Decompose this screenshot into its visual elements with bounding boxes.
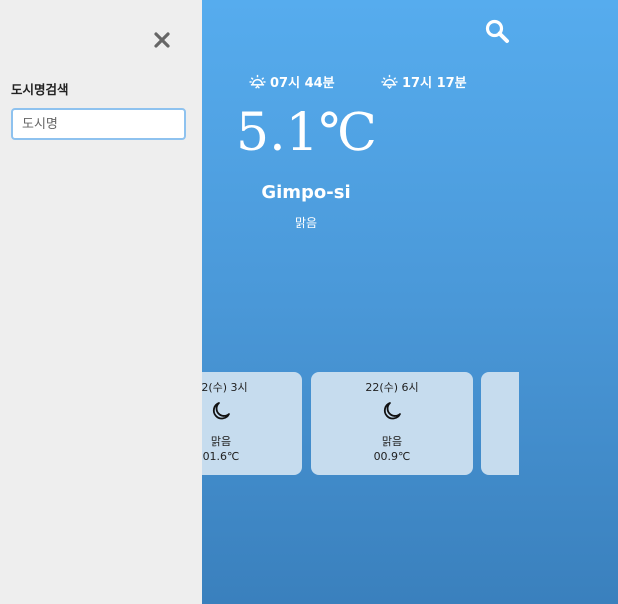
sunrise: 07시 44분 bbox=[249, 72, 335, 91]
moon-icon bbox=[383, 402, 401, 420]
forecast-condition: 맑음 bbox=[381, 435, 403, 448]
sunset-time: 17시 17분 bbox=[402, 76, 467, 91]
city-search-input[interactable] bbox=[11, 108, 186, 140]
city-name: Gimpo-si bbox=[261, 182, 351, 203]
sunrise-icon bbox=[249, 74, 266, 89]
forecast-temperature: 00.9℃ bbox=[373, 450, 411, 463]
forecast-card bbox=[481, 372, 519, 475]
weather-condition: 맑음 bbox=[294, 216, 318, 230]
moon-icon bbox=[212, 402, 230, 420]
sunrise-time: 07시 44분 bbox=[270, 76, 335, 91]
forecast-card: 22(수) 6시 맑음 00.9℃ bbox=[311, 372, 473, 475]
current-temperature: 5.1℃ bbox=[236, 103, 377, 163]
sunset: 17시 17분 bbox=[381, 72, 467, 91]
city-search-label: 도시명검색 bbox=[11, 82, 69, 97]
search-icon[interactable] bbox=[484, 18, 510, 44]
close-icon[interactable] bbox=[152, 30, 172, 50]
sidebar: 도시명검색 bbox=[0, 0, 202, 604]
sunset-icon bbox=[381, 74, 398, 90]
forecast-time: 22(수) 6시 bbox=[365, 381, 419, 394]
